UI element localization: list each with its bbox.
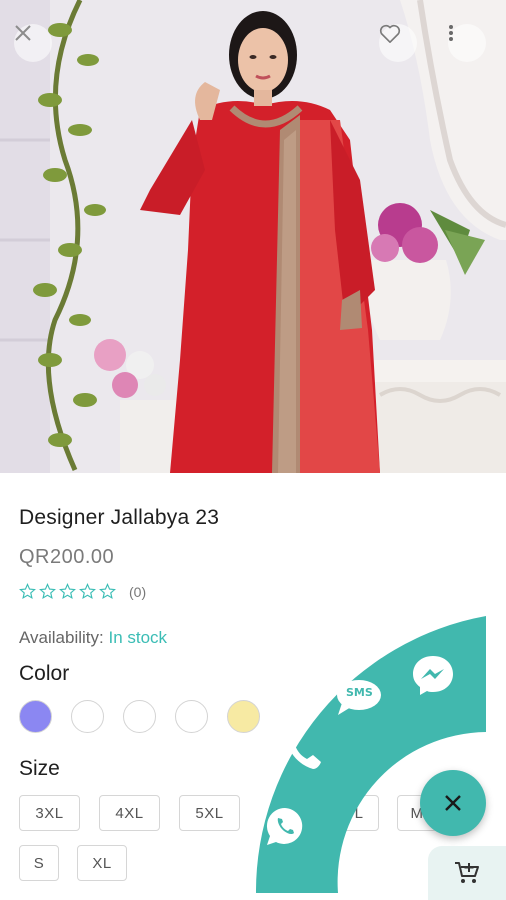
phone-button[interactable] — [280, 728, 326, 776]
close-contact-menu-button[interactable] — [420, 770, 486, 836]
add-to-cart-button[interactable] — [428, 846, 506, 900]
cart-add-icon — [455, 862, 479, 883]
sms-label: SMS — [346, 686, 373, 699]
whatsapp-icon — [266, 807, 303, 845]
close-icon — [445, 795, 461, 811]
messenger-button[interactable] — [408, 652, 458, 698]
whatsapp-button[interactable] — [262, 804, 308, 848]
contact-menu: SMS — [0, 0, 506, 900]
phone-icon — [287, 733, 321, 769]
contact-menu-arc — [255, 616, 486, 893]
messenger-icon — [413, 656, 453, 695]
sms-button[interactable]: SMS — [332, 676, 384, 720]
